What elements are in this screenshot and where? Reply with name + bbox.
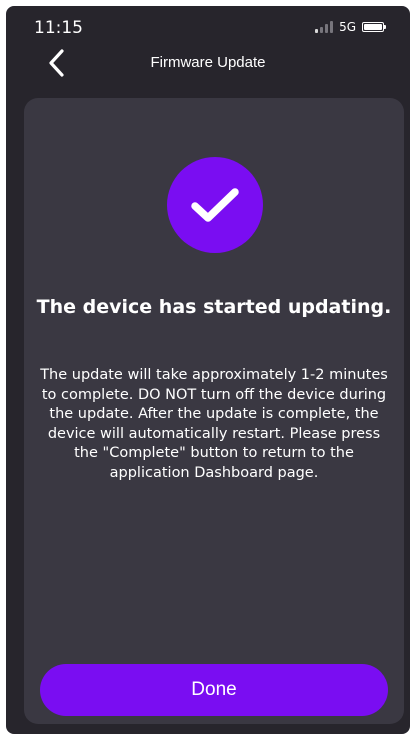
status-time: 11:15 (34, 18, 83, 38)
nav-bar: Firmware Update (6, 42, 410, 82)
phone-screen: 11:15 5G Firmware Update The device has … (6, 6, 410, 734)
status-message: The update will take approximately 1-2 m… (40, 367, 388, 481)
page-title: Firmware Update (150, 54, 266, 71)
status-bar: 11:15 5G (6, 6, 410, 42)
done-button[interactable]: Done (40, 664, 388, 716)
checkmark-icon (191, 188, 239, 222)
update-status-card: The device has started updating. The upd… (24, 98, 404, 724)
battery-icon (362, 22, 386, 32)
status-title: The device has started updating. (36, 296, 392, 318)
network-type: 5G (339, 20, 356, 34)
signal-icon (315, 21, 334, 33)
success-badge (167, 157, 263, 253)
status-indicators: 5G (315, 20, 386, 34)
